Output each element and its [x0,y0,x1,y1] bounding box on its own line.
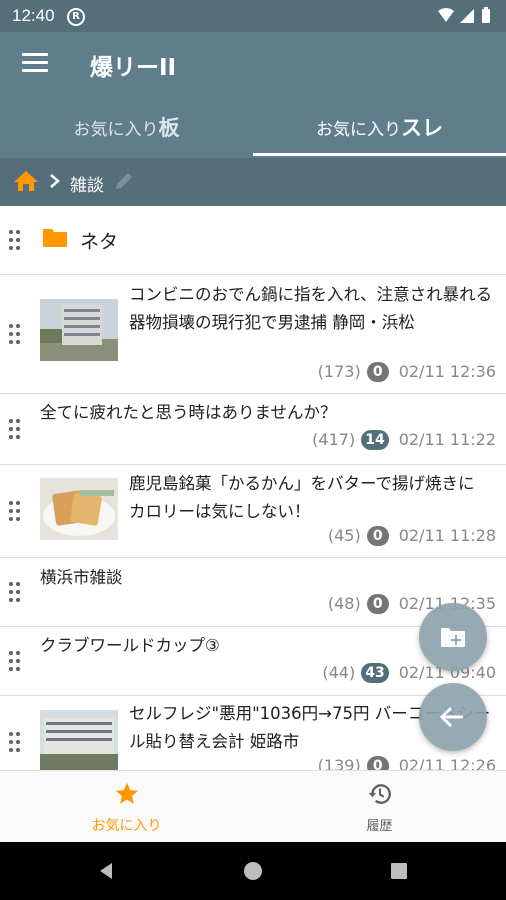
res-count: (139) [317,756,361,770]
folder-icon [42,228,68,252]
drag-handle-icon[interactable] [9,230,21,250]
status-bar: 12:40 R [0,0,506,32]
drag-handle-icon[interactable] [9,732,21,752]
thread-title: 全てに疲れたと思う時はありませんか？ [40,403,337,422]
chevron-right-icon [48,170,62,197]
res-count: (45) [327,526,361,545]
tab-favorite-threads[interactable]: お気に入りスレ [253,98,506,158]
tab-label-prefix: お気に入り [316,120,401,140]
recents-square-icon[interactable] [390,862,408,880]
drag-handle-icon[interactable] [9,501,21,521]
thread-thumbnail-image [40,478,118,540]
thread-thumbnail-image [40,710,118,770]
unread-badge: 0 [366,594,389,614]
drag-handle-icon[interactable] [9,419,21,439]
bottom-navigation: お気に入り 履歴 [0,770,506,843]
thread-date: 02/11 12:26 [398,756,496,770]
status-time: 12:40 [12,6,55,25]
unread-badge: 14 [361,430,389,450]
drag-handle-icon[interactable] [9,651,21,671]
thread-meta: (45) 0 02/11 11:28 [328,526,496,546]
star-icon [115,782,139,804]
res-count: (44) [322,663,356,682]
thread-date: 02/11 12:36 [398,362,496,381]
tab-label-suffix: スレ [401,116,443,140]
back-triangle-icon[interactable] [96,861,116,881]
app-bar: 爆リーII [0,32,506,98]
new-folder-fab[interactable] [419,603,487,671]
unread-badge: 0 [366,526,389,546]
folder-name: ネタ [80,231,119,253]
app-title: 爆リーII [90,55,177,81]
home-circle-icon[interactable] [243,861,263,881]
thread-thumbnail-image [40,299,118,361]
res-count: (173) [317,362,361,381]
thread-title: 鹿児島銘菓「かるかん」をバターで揚げ焼きに カロリーは気にしない！ [129,474,492,521]
thread-meta: (139) 0 02/11 12:26 [318,756,496,770]
home-icon[interactable] [13,170,39,196]
breadcrumb: 雑談 [0,158,506,206]
unread-badge: 0 [366,362,389,382]
drag-handle-icon[interactable] [9,324,21,344]
hamburger-menu-icon[interactable] [22,53,48,77]
nav-favorites[interactable]: お気に入り [0,771,253,843]
wifi-battery-icons [438,7,490,23]
system-icons [436,7,496,29]
sync-status-icon: R [67,8,85,26]
thread-date: 02/11 11:22 [398,430,496,449]
thread-meta: (417) 14 02/11 11:22 [312,430,496,450]
thread-meta: (173) 0 02/11 12:36 [318,362,496,382]
nav-history[interactable]: 履歴 [253,771,506,843]
history-icon [368,784,391,804]
nav-label: お気に入り [91,818,162,834]
thread-title: コンビニのおでん鍋に指を入れ、注意され暴れる 器物損壊の現行犯で男逮捕 静岡・浜… [129,285,493,332]
res-count: (48) [327,594,361,613]
unread-badge: 0 [366,756,389,770]
edit-pencil-icon[interactable] [113,170,135,196]
drag-handle-icon[interactable] [9,582,21,602]
res-count: (417) [312,430,356,449]
tab-label-prefix: お気に入り [73,120,159,140]
tab-favorite-boards[interactable]: お気に入り板 [0,98,253,158]
tab-label-suffix: 板 [158,116,180,140]
arrow-left-icon [439,706,463,728]
tab-active-indicator [253,153,506,156]
nav-label: 履歴 [366,819,393,834]
thread-row[interactable]: 鹿児島銘菓「かるかん」をバターで揚げ焼きに カロリーは気にしない！ (45) 0 0… [0,465,506,558]
tab-bar: お気に入り板 お気に入りスレ [0,98,506,158]
thread-row[interactable]: コンビニのおでん鍋に指を入れ、注意され暴れる 器物損壊の現行犯で男逮捕 静岡・浜… [0,275,506,394]
back-fab[interactable] [419,683,487,751]
thread-date: 02/11 11:28 [398,526,496,545]
system-nav-bar [0,842,506,900]
folder-add-icon [441,628,465,647]
folder-row[interactable]: ネタ [0,206,506,275]
breadcrumb-current[interactable]: 雑談 [70,171,104,196]
unread-badge: 43 [361,663,389,683]
thread-row[interactable]: 全てに疲れたと思う時はありませんか？ (417) 14 02/11 11:22 [0,394,506,465]
thread-title: 横浜市雑談 [40,568,123,587]
